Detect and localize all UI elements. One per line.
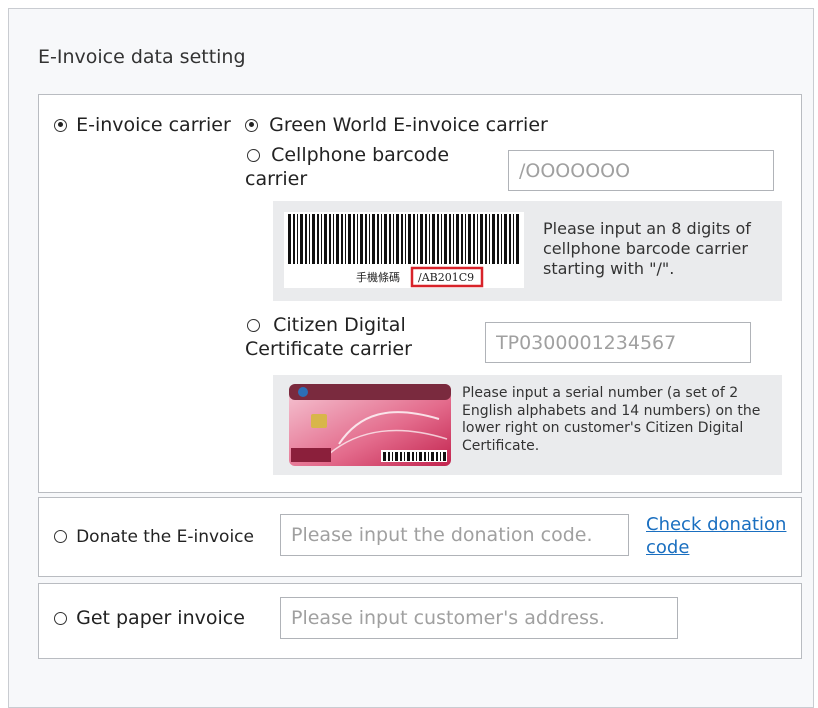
citizen-certificate-radio[interactable] — [247, 318, 260, 332]
citizen-certificate-hint: Please input a serial number (a set of 2… — [273, 375, 782, 475]
cellphone-barcode-input[interactable] — [508, 150, 774, 191]
barcode-image: 手機條碼 /AB201C9 — [284, 212, 524, 288]
donation-code-input[interactable] — [280, 514, 629, 556]
paper-invoice-label: Get paper invoice — [76, 607, 245, 629]
customer-address-input[interactable] — [280, 597, 678, 639]
citizen-certificate-input[interactable] — [485, 322, 751, 363]
barcode-caption: 手機條碼 — [356, 270, 400, 284]
cellphone-barcode-option[interactable]: Cellphone barcode carrier — [245, 144, 495, 190]
citizen-certificate-label-line1: Citizen Digital — [273, 314, 406, 336]
einvoice-carrier-radio[interactable] — [54, 118, 67, 132]
donate-option[interactable]: Donate the E-invoice — [54, 526, 254, 547]
citizen-card-image — [289, 384, 451, 466]
green-world-radio[interactable] — [245, 118, 258, 132]
paper-invoice-option[interactable]: Get paper invoice — [54, 607, 245, 629]
einvoice-carrier-label: E-invoice carrier — [76, 114, 231, 136]
barcode-code: /AB201C9 — [418, 271, 474, 284]
cellphone-hint-text: Please input an 8 digits of cellphone ba… — [543, 219, 751, 278]
citizen-hint-text: Please input a serial number (a set of 2… — [462, 385, 761, 454]
paper-invoice-radio[interactable] — [54, 611, 67, 625]
green-world-label: Green World E-invoice carrier — [269, 114, 548, 136]
donate-label: Donate the E-invoice — [76, 526, 254, 547]
cellphone-barcode-radio[interactable] — [247, 148, 260, 162]
citizen-certificate-option[interactable]: Citizen Digital Certificate carrier — [245, 314, 485, 360]
green-world-option[interactable]: Green World E-invoice carrier — [245, 114, 548, 136]
cellphone-barcode-hint: 手機條碼 /AB201C9 Please input an 8 digits o… — [273, 201, 782, 301]
citizen-certificate-label-line2: Certificate carrier — [245, 338, 412, 360]
cellphone-barcode-label-line2: carrier — [245, 168, 308, 190]
check-donation-code-link[interactable]: Check donation code — [646, 513, 796, 560]
cellphone-barcode-label-line1: Cellphone barcode — [271, 144, 450, 166]
donate-radio[interactable] — [54, 530, 67, 543]
section-title: E-Invoice data setting — [38, 46, 246, 68]
einvoice-carrier-option[interactable]: E-invoice carrier — [54, 114, 231, 136]
